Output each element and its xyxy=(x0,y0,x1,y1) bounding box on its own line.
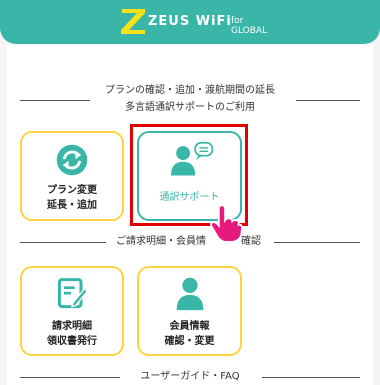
section2-title-head: ご請求明細・会員情 xyxy=(116,236,206,247)
invoice-tile[interactable]: 請求明細 領収書発行 xyxy=(20,266,124,356)
invoice-label-line2: 領収書発行 xyxy=(47,336,97,347)
section2-title-tail: 確認 xyxy=(241,236,261,247)
plan-change-label-line2: 延長・追加 xyxy=(47,200,97,211)
invoice-label-line1: 請求明細 xyxy=(52,321,92,332)
section3-title: ユーザーガイド・FAQ xyxy=(140,371,240,382)
section1-title-line1: プランの確認・追加・渡航期間の延長 xyxy=(105,85,275,96)
section2-divider-right xyxy=(274,242,360,243)
member-info-label-line1: 会員情報 xyxy=(169,321,210,332)
plan-change-tile[interactable]: プラン変更 延長・追加 xyxy=(20,131,124,221)
member-icon xyxy=(176,277,203,311)
section1-title-line2: 多言語通訳サポートのご利用 xyxy=(125,102,255,113)
zeus-logo-icon xyxy=(121,9,145,34)
app-header: ZEUS WiFi for GLOBAL xyxy=(0,0,380,44)
member-info-label-line2: 確認・変更 xyxy=(164,336,215,347)
brand-name: ZEUS WiFi xyxy=(148,14,232,29)
refresh-icon xyxy=(56,144,88,176)
member-info-tile[interactable]: 会員情報 確認・変更 xyxy=(137,266,242,356)
plan-change-label-line1: プラン変更 xyxy=(47,185,97,196)
invoice-icon xyxy=(57,278,89,309)
section2-divider-left xyxy=(20,242,106,243)
zeus-wifi-logo[interactable]: ZEUS WiFi for GLOBAL xyxy=(118,6,278,36)
pointer-hand-icon xyxy=(210,204,244,243)
brand-subtitle: for GLOBAL xyxy=(231,16,268,36)
